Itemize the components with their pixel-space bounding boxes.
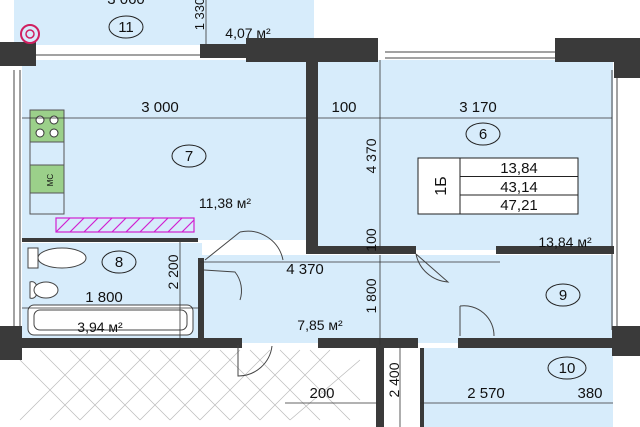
total-area: 43,14 [500,179,538,196]
room-6-area: 13,84 м² [538,234,592,250]
living-area: 13,84 [500,160,538,177]
room-11-id: 11 [118,19,134,36]
dim-top-right-vert: 1 330 [192,0,207,30]
dim-balcony-width: 2 570 [467,385,505,402]
dim-top-cut: 3 060 [107,0,145,8]
room-6-id: 6 [479,126,487,143]
room-7-id: 7 [185,148,193,165]
dim-balcony-200: 200 [309,385,334,402]
dim-room6-height: 4 370 [363,138,379,173]
dim-room6-width: 3 170 [459,99,497,116]
apartment-code: 1Б [433,176,450,195]
dim-balcony-height: 2 400 [386,362,402,397]
toilet-icon [27,247,87,269]
dim-hall-height: 1 800 [363,278,379,313]
room-7-fill [22,60,312,240]
stove-label: МС [46,174,55,187]
room-9-id: 9 [559,287,567,304]
hall-area: 7,85 м² [297,317,343,333]
dim-partition: 100 [331,99,356,116]
room-11-area: 4,07 м² [225,25,271,41]
room-8-area: 3,94 м² [77,319,123,335]
dim-room8-width: 1 800 [85,289,123,306]
room-9-fill [500,255,613,343]
dim-room8-height: 2 200 [165,254,181,289]
hall-fill [200,255,505,343]
floor-plan: МС 1Б 13,84 43,14 47,21 11 7 6 8 9 10 4,… [0,0,640,427]
dim-balcony-380: 380 [577,385,602,402]
room-7-area: 11,38 м² [199,195,252,211]
room-8-id: 8 [115,254,123,271]
dim-room7-width: 3 000 [141,99,179,116]
washbasin-icon [29,281,59,299]
dim-partition-vert: 100 [363,228,379,252]
room-10-id: 10 [559,360,576,377]
gross-area: 47,21 [500,197,538,214]
dim-hall-length: 4 370 [286,261,324,278]
